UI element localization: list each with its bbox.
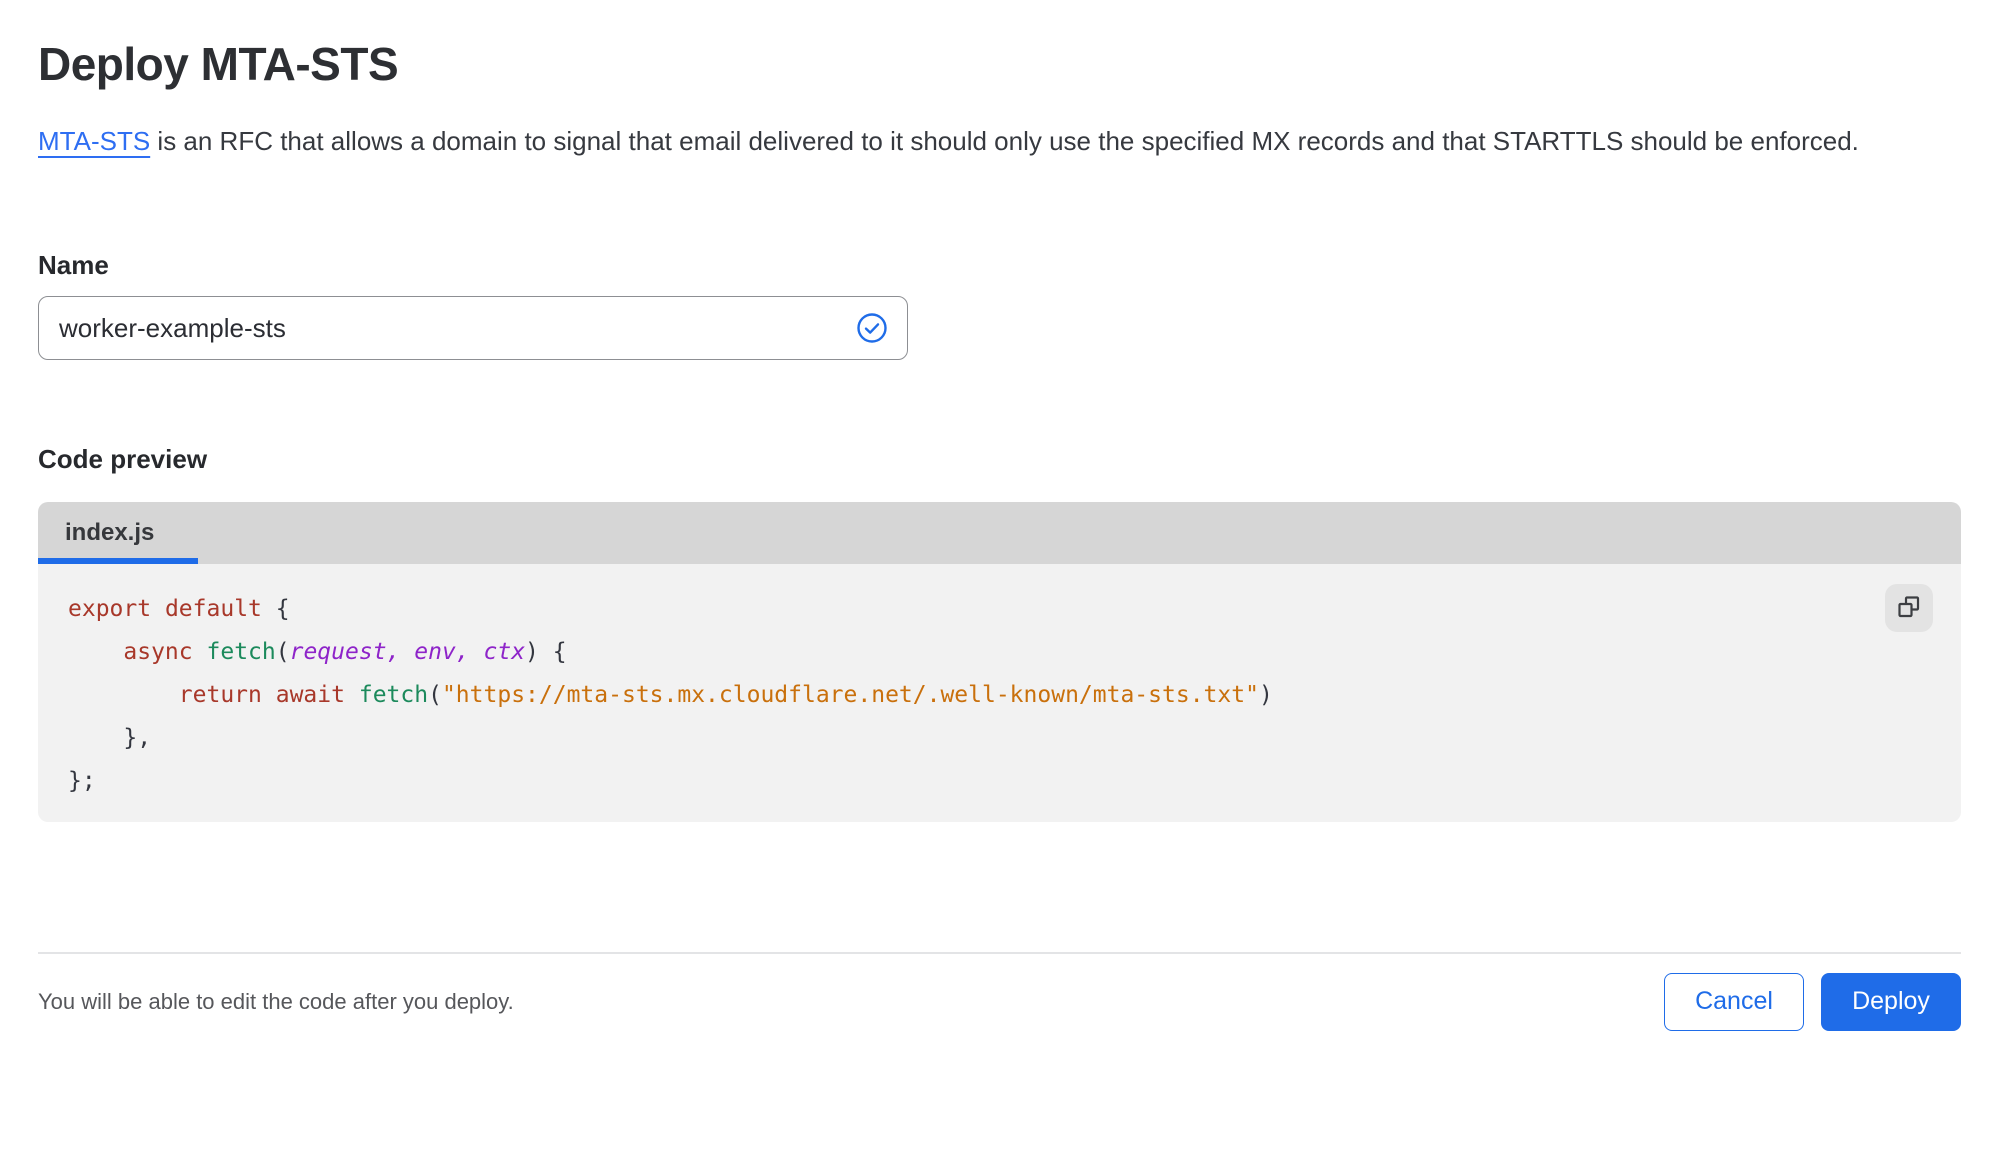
description-text: is an RFC that allows a domain to signal… [150, 126, 1859, 156]
footer: You will be able to edit the code after … [38, 972, 1961, 1032]
name-input[interactable] [38, 296, 908, 360]
name-input-wrap [38, 296, 908, 360]
copy-code-button[interactable] [1885, 584, 1933, 632]
page-title: Deploy MTA-STS [38, 38, 399, 90]
footer-actions: Cancel Deploy [1664, 972, 1961, 1031]
code-preview-card: index.js export default { async fetch(re… [38, 502, 1961, 822]
tab-label: index.js [65, 519, 155, 546]
copy-icon [1896, 594, 1922, 623]
cancel-button[interactable]: Cancel [1664, 972, 1804, 1031]
code-tabbar: index.js [38, 502, 1961, 564]
footer-note: You will be able to edit the code after … [38, 988, 514, 1014]
description: MTA-STS is an RFC that allows a domain t… [38, 118, 1943, 164]
deploy-mta-sts-page: Deploy MTA-STS MTA-STS is an RFC that al… [0, 36, 1999, 1174]
footer-divider [38, 952, 1961, 954]
name-label: Name [38, 250, 109, 280]
deploy-button[interactable]: Deploy [1821, 972, 1961, 1031]
code-panel: export default { async fetch(request, en… [38, 564, 1961, 822]
code-content: export default { async fetch(request, en… [68, 596, 1273, 794]
mta-sts-link[interactable]: MTA-STS [38, 126, 150, 156]
tab-index-js[interactable]: index.js [38, 502, 198, 564]
check-circle-icon [856, 312, 888, 344]
code-preview-label: Code preview [38, 444, 208, 474]
